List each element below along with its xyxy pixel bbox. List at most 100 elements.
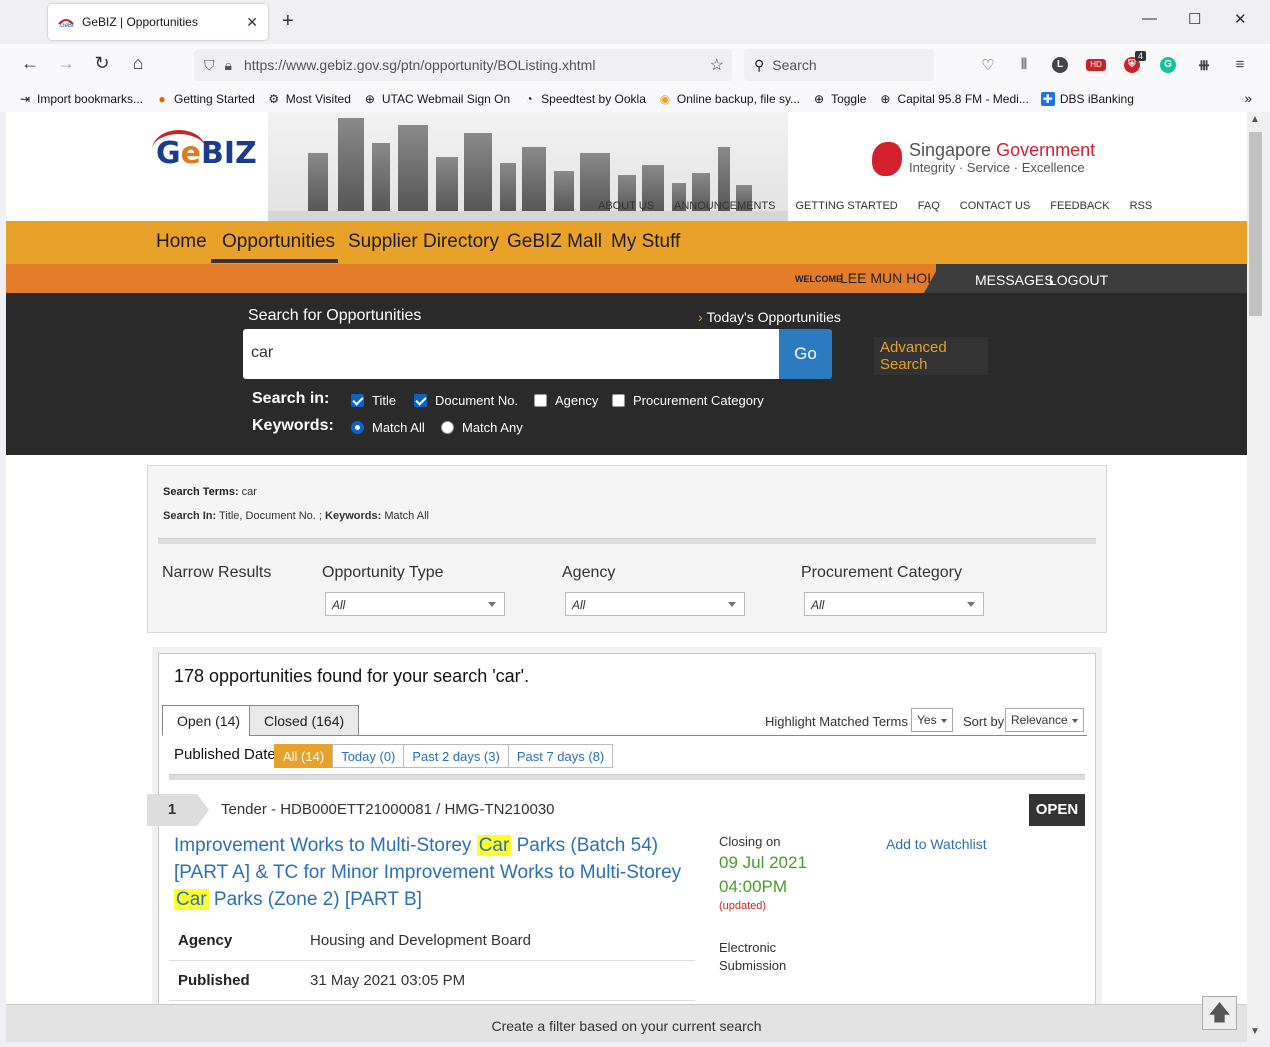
search-in-summary: Search In: Title, Document No. ; Keyword… [163,510,429,522]
browser-tab[interactable]: GeBIZ GeBIZ | Opportunities ✕ [48,4,268,40]
tab-open[interactable]: Open (14) [162,705,256,736]
search-terms: Search Terms: car [163,486,257,498]
bookmark-online-backup[interactable]: ◉ Online backup, file sy... [658,92,800,106]
user-bar: WELCOME LEE MUN HOI MESSAGES LOGOUT [6,264,1247,293]
create-filter-bar[interactable]: Create a filter based on your current se… [6,1004,1247,1042]
link-contact-us[interactable]: CONTACT US [960,200,1031,212]
gebiz-logo[interactable]: GeBIZ [152,130,257,171]
tab-closed[interactable]: Closed (164) [249,705,360,736]
pill-all[interactable]: All (14) [274,744,334,768]
nav-opportunities[interactable]: Opportunities [222,231,335,253]
link-getting-started[interactable]: GETTING STARTED [795,200,897,212]
bookmark-toggle[interactable]: ⊕ Toggle [812,92,866,106]
sort-select[interactable]: Relevance [1005,708,1084,732]
checkbox-title[interactable]: Title [351,393,396,408]
bookmark-most-visited[interactable]: ⚙ Most Visited [267,92,351,106]
browser-nav-bar: ← → ↻ ⌂ ⛉ 🔒︎ https://www.gebiz.gov.sg/pt… [0,44,1270,86]
lock-icon[interactable]: 🔒︎ [225,57,232,74]
divider [158,538,1096,544]
bookmarks-overflow-icon[interactable]: » [1244,90,1252,106]
page-scrollbar[interactable]: ▲ ▼ [1247,112,1264,1042]
divider [169,774,1085,780]
search-icon: ⚲ [754,56,765,73]
agency-select[interactable]: All [565,592,745,616]
link-announcements[interactable]: ANNOUNCEMENTS [674,200,775,212]
pill-past-7-days[interactable]: Past 7 days (8) [507,744,614,768]
checkbox-agency[interactable]: Agency [534,393,598,408]
extension-bars-icon[interactable]: ⧻ [1194,56,1214,76]
tab-title: GeBIZ | Opportunities [82,15,198,29]
link-rss[interactable]: RSS [1130,200,1153,212]
shield-icon[interactable]: ⛉ [204,57,215,74]
address-bar[interactable]: ⛉ 🔒︎ https://www.gebiz.gov.sg/ptn/opport… [194,49,732,81]
checkbox-unchecked[interactable] [612,394,625,407]
pocket-icon[interactable]: ♡ [978,56,998,76]
back-to-top-icon[interactable]: 🡅 [1202,996,1237,1030]
radio-match-all[interactable]: Match All [351,420,425,435]
bookmark-import[interactable]: ⇥ Import bookmarks... [18,92,143,106]
bookmark-capital-fm[interactable]: ⊕ Capital 95.8 FM - Medi... [878,92,1028,106]
link-about-us[interactable]: ABOUT US [598,200,654,212]
hd-extension-icon[interactable]: HD [1086,59,1106,71]
go-button[interactable]: Go [779,329,832,379]
import-icon: ⇥ [19,92,31,106]
bookmark-speedtest[interactable]: ◔ Speedtest by Ookla [522,92,646,106]
scroll-up-icon[interactable]: ▲ [1250,114,1260,125]
url-text[interactable]: https://www.gebiz.gov.sg/ptn/opportunity… [244,57,710,73]
scrollbar-thumb[interactable] [1249,132,1262,316]
checkbox-unchecked[interactable] [534,394,547,407]
forward-icon[interactable]: → [54,53,78,74]
result-title-link[interactable]: Improvement Works to Multi-Storey Car Pa… [174,832,684,913]
highlight-term: Car [476,835,512,856]
radio-unselected[interactable] [441,421,454,434]
globe-icon: ⊕ [814,92,825,106]
nav-gebiz-mall[interactable]: GeBIZ Mall [507,231,602,253]
bookmark-getting-started[interactable]: ● Getting Started [155,92,254,106]
new-tab-icon[interactable]: + [282,10,294,33]
close-tab-icon[interactable]: ✕ [246,14,258,31]
grammarly-icon[interactable]: G [1160,57,1176,73]
minimize-icon[interactable]: — [1142,10,1157,27]
advanced-search-link[interactable]: Advanced Search [874,337,988,375]
search-input[interactable]: car [243,329,780,379]
back-icon[interactable]: ← [18,53,42,74]
gebiz-favicon-icon: GeBIZ [58,19,74,28]
checkbox-procurement-category[interactable]: Procurement Category [612,393,764,408]
pill-today[interactable]: Today (0) [332,744,405,768]
todays-opportunities-link[interactable]: › Today's Opportunities [698,309,841,325]
bookmark-dbs[interactable]: ✚ DBS iBanking [1040,92,1134,106]
reload-icon[interactable]: ↻ [90,53,114,74]
menu-icon[interactable]: ≡ [1230,56,1250,76]
library-icon[interactable]: ⫴ [1014,56,1034,76]
add-to-watchlist-link[interactable]: Add to Watchlist [886,836,987,852]
checkbox-document-no[interactable]: Document No. [414,393,518,408]
submission-type: Electronic Submission [719,940,787,973]
pill-past-2-days[interactable]: Past 2 days (3) [403,744,509,768]
radio-selected[interactable] [351,421,364,434]
scroll-down-icon[interactable]: ▼ [1250,1026,1260,1037]
bookmark-utac[interactable]: ⊕ UTAC Webmail Sign On [363,92,510,106]
speedometer-icon: ◔ [525,92,533,106]
opportunity-type-select[interactable]: All [325,592,505,616]
link-feedback[interactable]: FEEDBACK [1050,200,1109,212]
search-summary-card: Search Terms: car Search In: Title, Docu… [147,465,1107,633]
nav-supplier-directory[interactable]: Supplier Directory [348,231,499,253]
link-faq[interactable]: FAQ [918,200,940,212]
radio-match-any[interactable]: Match Any [441,420,523,435]
checkbox-checked[interactable] [351,394,364,407]
nav-my-stuff[interactable]: My Stuff [611,231,680,253]
closing-label: Closing on [719,834,781,849]
highlight-select[interactable]: Yes [911,708,953,732]
home-icon[interactable]: ⌂ [126,53,150,74]
messages-link[interactable]: MESSAGES [975,272,1054,288]
profile-icon[interactable]: L [1052,57,1068,73]
logout-link[interactable]: LOGOUT [1049,272,1108,288]
window-close-icon[interactable]: ✕ [1234,10,1247,28]
procurement-category-select[interactable]: All [804,592,984,616]
checkbox-checked[interactable] [414,394,427,407]
browser-search-box[interactable]: ⚲ Search [744,49,934,81]
nav-home[interactable]: Home [156,231,207,253]
gear-icon: ⚙ [268,92,280,106]
bookmark-star-icon[interactable]: ☆ [710,55,724,75]
maximize-icon[interactable]: ☐ [1188,10,1201,28]
